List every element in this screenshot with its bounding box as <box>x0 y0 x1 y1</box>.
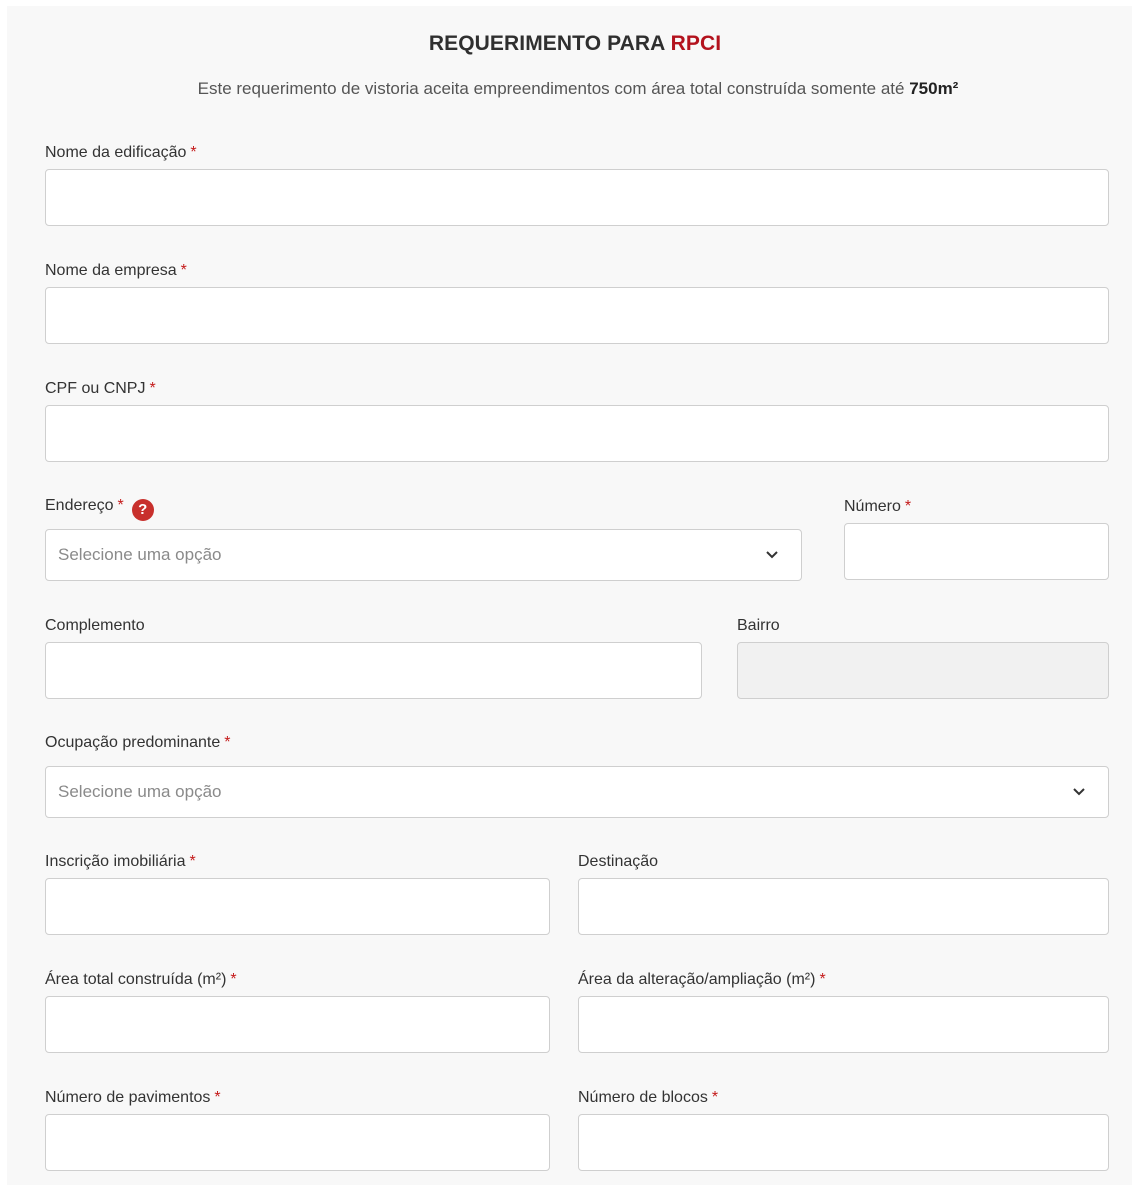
area-total-label: Área total construída (m²) * <box>45 971 237 989</box>
nome-edificacao-label-text: Nome da edificação <box>45 144 187 161</box>
required-marker: * <box>149 380 156 397</box>
subtitle-text: Este requerimento de vistoria aceita emp… <box>197 79 910 98</box>
required-marker: * <box>189 853 196 870</box>
inscricao-label-text: Inscrição imobiliária <box>45 853 186 870</box>
inscricao-label: Inscrição imobiliária * <box>45 853 196 871</box>
complemento-label: Complemento <box>45 617 145 635</box>
required-marker: * <box>230 971 237 988</box>
bairro-input <box>737 642 1109 699</box>
nome-edificacao-input[interactable] <box>45 169 1109 226</box>
ocupacao-select[interactable]: Selecione uma opção <box>45 766 1109 818</box>
complemento-label-text: Complemento <box>45 617 145 634</box>
endereco-label-text: Endereço <box>45 497 114 514</box>
nome-empresa-label: Nome da empresa * <box>45 262 187 280</box>
required-marker: * <box>190 144 197 161</box>
title-accent: RPCI <box>670 32 722 55</box>
required-marker: * <box>180 262 187 279</box>
num-blocos-input[interactable] <box>578 1114 1109 1171</box>
ocupacao-label-text: Ocupação predominante <box>45 734 221 751</box>
complemento-input[interactable] <box>45 642 702 699</box>
endereco-placeholder: Selecione uma opção <box>58 545 222 564</box>
required-marker: * <box>711 1089 719 1106</box>
required-marker: * <box>819 971 826 988</box>
nome-empresa-input[interactable] <box>45 287 1109 344</box>
title-prefix: REQUERIMENTO PARA <box>428 32 671 55</box>
cpf-cnpj-input[interactable] <box>45 405 1109 462</box>
page-title: REQUERIMENTO PARA RPCI <box>0 32 1134 56</box>
destinacao-input[interactable] <box>578 878 1109 935</box>
inscricao-input[interactable] <box>45 878 550 935</box>
ocupacao-placeholder: Selecione uma opção <box>58 782 222 801</box>
required-marker: * <box>904 498 912 515</box>
question-icon[interactable]: ? <box>131 499 154 521</box>
cpf-cnpj-label: CPF ou CNPJ * <box>45 380 156 398</box>
chevron-down-icon <box>766 551 778 559</box>
area-total-input[interactable] <box>45 996 550 1053</box>
destinacao-label: Destinação <box>578 853 658 871</box>
num-pavimentos-label: Número de pavimentos * <box>45 1089 221 1107</box>
numero-label-text: Número <box>844 498 901 515</box>
num-blocos-label: Número de blocos * <box>578 1089 718 1107</box>
endereco-select[interactable]: Selecione uma opção <box>45 529 802 581</box>
bairro-label: Bairro <box>737 617 780 635</box>
num-blocos-label-text: Número de blocos <box>578 1089 708 1106</box>
ocupacao-label: Ocupação predominante * <box>45 734 230 752</box>
nome-empresa-label-text: Nome da empresa <box>45 262 177 279</box>
numero-label: Número * <box>844 498 911 516</box>
page-subtitle: Este requerimento de vistoria aceita emp… <box>0 79 1134 99</box>
subtitle-area-limit: 750m² <box>909 79 959 98</box>
area-alteracao-label: Área da alteração/ampliação (m²) * <box>578 971 826 989</box>
area-alteracao-input[interactable] <box>578 996 1109 1053</box>
required-marker: * <box>214 1089 221 1106</box>
required-marker: * <box>117 497 124 514</box>
numero-input[interactable] <box>844 523 1109 580</box>
chevron-down-icon <box>1073 788 1085 796</box>
endereco-label: Endereço *? <box>45 497 154 521</box>
cpf-cnpj-label-text: CPF ou CNPJ <box>45 380 146 397</box>
num-pavimentos-label-text: Número de pavimentos <box>45 1089 211 1106</box>
num-pavimentos-input[interactable] <box>45 1114 550 1171</box>
area-alteracao-label-text: Área da alteração/ampliação (m²) <box>578 971 816 988</box>
nome-edificacao-label: Nome da edificação * <box>45 144 197 162</box>
destinacao-label-text: Destinação <box>578 853 659 870</box>
area-total-label-text: Área total construída (m²) <box>45 971 227 988</box>
bairro-label-text: Bairro <box>737 617 780 634</box>
required-marker: * <box>224 734 231 751</box>
